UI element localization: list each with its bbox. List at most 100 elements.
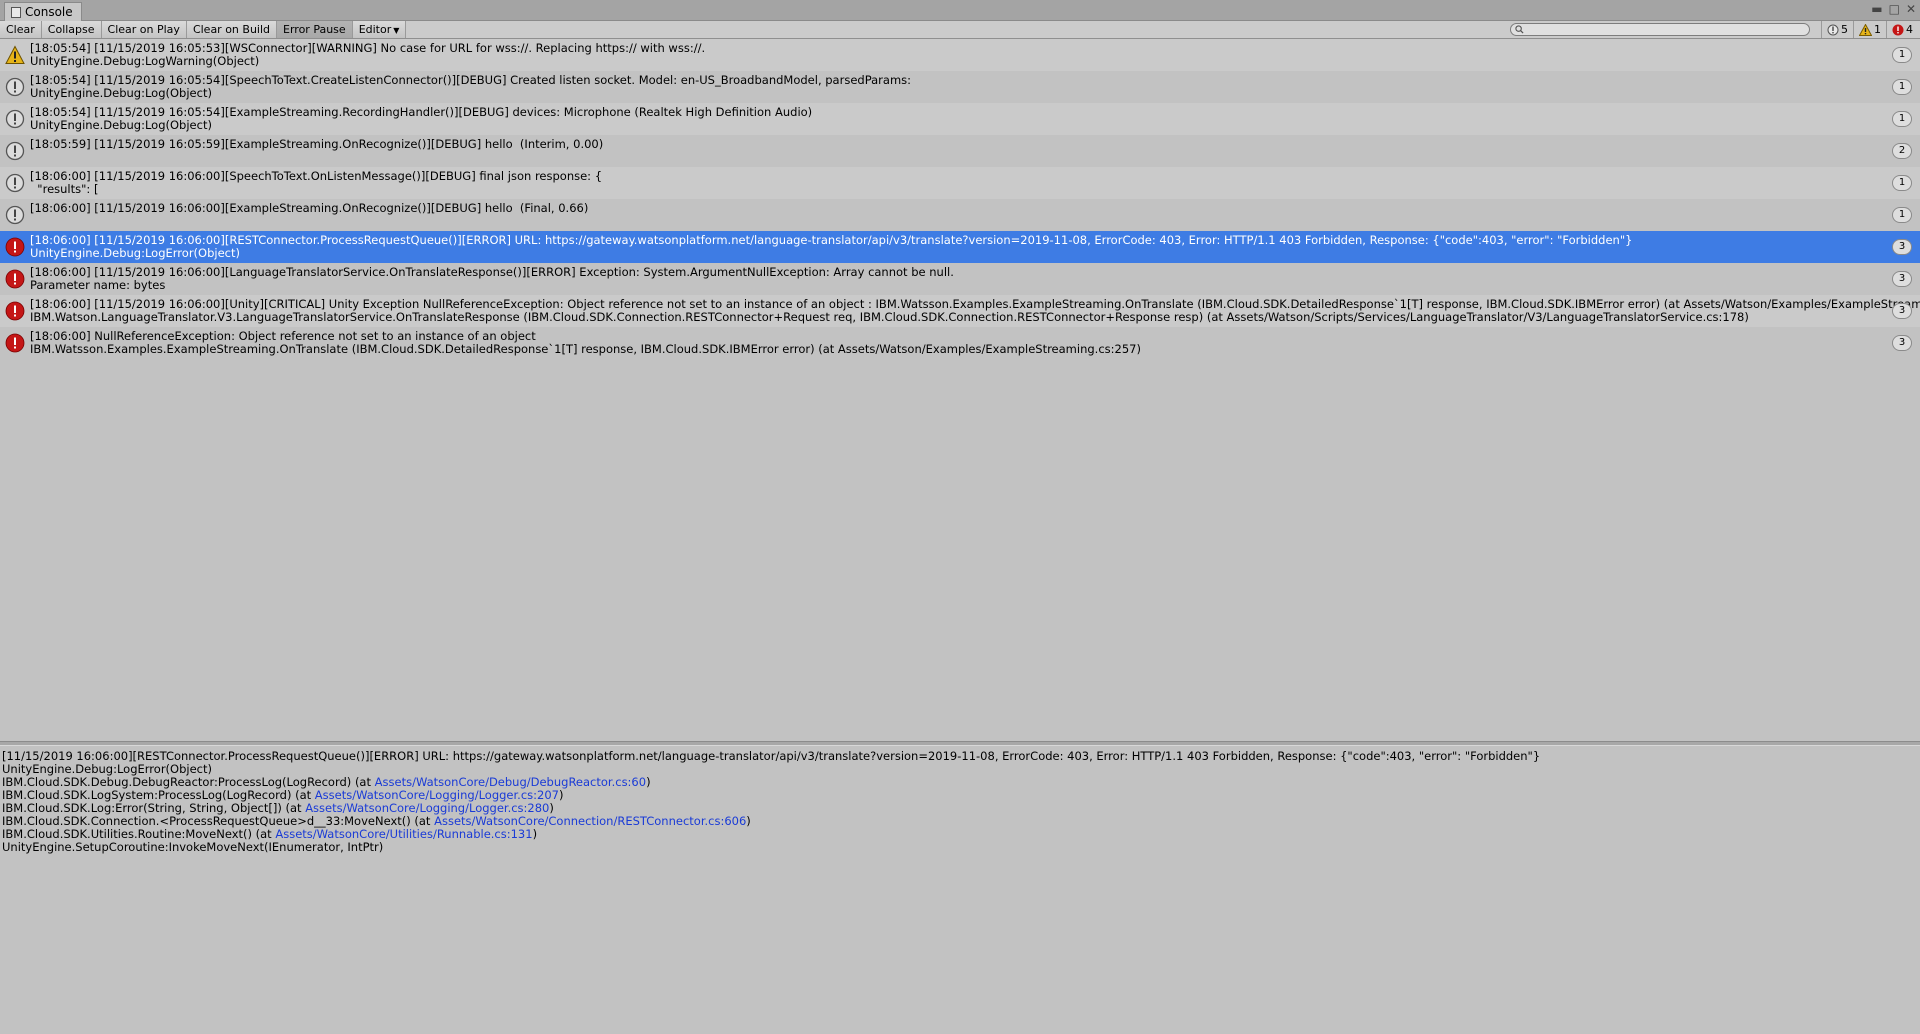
info-icon: [0, 199, 30, 231]
collapse-count-badge: 1: [1892, 111, 1912, 127]
stacktrace-line: [11/15/2019 16:06:00][RESTConnector.Proc…: [2, 750, 1918, 763]
collapse-count-badge: 3: [1892, 303, 1912, 319]
info-icon: [0, 167, 30, 199]
info-icon: [1827, 24, 1839, 35]
log-entry-row[interactable]: [18:06:00] [11/15/2019 16:06:00][SpeechT…: [0, 167, 1920, 199]
source-file-link[interactable]: Assets/WatsonCore/Connection/RESTConnect…: [434, 814, 746, 828]
log-entry-message: [18:06:00] [11/15/2019 16:06:00][Example…: [30, 201, 589, 215]
log-entry-detail: Parameter name: bytes: [30, 278, 166, 292]
log-entry-row[interactable]: [18:06:00] [11/15/2019 16:06:00][Example…: [0, 199, 1920, 231]
stacktrace-suffix: ): [549, 801, 554, 815]
log-entry-message: [18:06:00] [11/15/2019 16:06:00][Languag…: [30, 265, 954, 279]
log-entry-message: [18:05:54] [11/15/2019 16:05:53][WSConne…: [30, 41, 706, 55]
log-entry-row[interactable]: [18:05:54] [11/15/2019 16:05:54][Example…: [0, 103, 1920, 135]
menu-icon[interactable]: ▬: [1871, 2, 1882, 16]
warning-icon: [1859, 23, 1872, 36]
log-entry-row[interactable]: [18:06:00] [11/15/2019 16:06:00][Unity][…: [0, 295, 1920, 327]
collapse-count-badge: 3: [1892, 271, 1912, 287]
error-icon: [0, 263, 30, 295]
log-entry-message: [18:06:00] [11/15/2019 16:06:00][SpeechT…: [30, 169, 603, 183]
stacktrace-text: [11/15/2019 16:06:00][RESTConnector.Proc…: [2, 749, 1541, 763]
log-entry-row[interactable]: [18:06:00] [11/15/2019 16:06:00][Languag…: [0, 263, 1920, 295]
log-entry-message: [18:05:54] [11/15/2019 16:05:54][SpeechT…: [30, 73, 912, 87]
stacktrace-text: IBM.Cloud.SDK.Log:Error(String, String, …: [2, 801, 306, 815]
console-tab-label: Console: [25, 5, 73, 19]
collapse-count-badge: 2: [1892, 143, 1912, 159]
log-entry-row[interactable]: [18:06:00] NullReferenceException: Objec…: [0, 327, 1920, 359]
window-controls: ▬ □ ✕: [1871, 2, 1916, 16]
stacktrace-line: UnityEngine.SetupCoroutine:InvokeMoveNex…: [2, 841, 1918, 854]
console-icon: [11, 6, 21, 18]
log-entry-message: [18:06:00] [11/15/2019 16:06:00][RESTCon…: [30, 233, 1633, 247]
info-icon: [0, 71, 30, 103]
log-entry-message: [18:05:59] [11/15/2019 16:05:59][Example…: [30, 137, 604, 151]
log-entry-row[interactable]: [18:05:54] [11/15/2019 16:05:54][SpeechT…: [0, 71, 1920, 103]
stacktrace-text: IBM.Cloud.SDK.Utilities.Routine:MoveNext…: [2, 827, 276, 841]
log-entry-row[interactable]: [18:05:54] [11/15/2019 16:05:53][WSConne…: [0, 39, 1920, 71]
log-entry-detail: UnityEngine.Debug:Log(Object): [30, 118, 212, 132]
log-entry-detail: UnityEngine.Debug:Log(Object): [30, 86, 212, 100]
log-entry-text: [18:06:00] [11/15/2019 16:06:00][Unity][…: [30, 295, 1920, 327]
source-file-link[interactable]: Assets/WatsonCore/Utilities/Runnable.cs:…: [275, 827, 532, 841]
search-input[interactable]: [1524, 24, 1809, 35]
error-icon: [0, 231, 30, 263]
error-counter-toggle[interactable]: 4: [1886, 21, 1918, 38]
info-counter-toggle[interactable]: 5: [1821, 21, 1853, 38]
editor-dropdown-label: Editor: [358, 23, 392, 36]
warning-icon: [0, 39, 30, 71]
source-file-link[interactable]: Assets/WatsonCore/Logging/Logger.cs:207: [315, 788, 559, 802]
clear-on-build-button[interactable]: Clear on Build: [186, 21, 278, 38]
stacktrace-text: UnityEngine.Debug:LogError(Object): [2, 762, 212, 776]
log-entry-text: [18:06:00] [11/15/2019 16:06:00][SpeechT…: [30, 167, 1920, 199]
editor-dropdown[interactable]: Editor ▼: [352, 21, 407, 38]
error-icon: [0, 295, 30, 327]
error-pause-button[interactable]: Error Pause: [277, 21, 353, 38]
log-entry-detail: UnityEngine.Debug:LogError(Object): [30, 246, 240, 260]
window-titlebar: Console ▬ □ ✕: [0, 0, 1920, 21]
warning-counter-toggle[interactable]: 1: [1853, 21, 1886, 38]
collapse-count-badge: 1: [1892, 207, 1912, 223]
console-tab[interactable]: Console: [4, 2, 82, 21]
maximize-icon[interactable]: □: [1889, 2, 1900, 16]
collapse-count-badge: 1: [1892, 47, 1912, 63]
stacktrace-text: IBM.Cloud.SDK.Connection.<ProcessRequest…: [2, 814, 435, 828]
log-entry-row[interactable]: [18:06:00] [11/15/2019 16:06:00][RESTCon…: [0, 231, 1920, 263]
source-file-link[interactable]: Assets/WatsonCore/Debug/DebugReactor.cs:…: [375, 775, 646, 789]
log-entry-detail: IBM.Watson.LanguageTranslator.V3.Languag…: [30, 310, 1749, 324]
clear-on-play-button[interactable]: Clear on Play: [101, 21, 187, 38]
stacktrace-suffix: ): [646, 775, 651, 789]
warning-count: 1: [1874, 23, 1881, 36]
stacktrace-suffix: ): [532, 827, 538, 841]
log-entry-message: [18:05:54] [11/15/2019 16:05:54][Example…: [30, 105, 813, 119]
collapse-count-badge: 3: [1892, 239, 1912, 255]
log-entry-detail: IBM.Watsson.Examples.ExampleStreaming.On…: [30, 342, 1141, 356]
log-entry-text: [18:05:54] [11/15/2019 16:05:54][Example…: [30, 103, 1920, 135]
source-file-link[interactable]: Assets/WatsonCore/Logging/Logger.cs:280: [305, 801, 549, 815]
log-entry-row[interactable]: [18:05:59] [11/15/2019 16:05:59][Example…: [0, 135, 1920, 167]
info-count: 5: [1841, 23, 1848, 36]
log-entry-text: [18:05:54] [11/15/2019 16:05:54][SpeechT…: [30, 71, 1920, 103]
log-entry-detail: "results": [: [30, 182, 99, 196]
error-icon: [1892, 24, 1904, 35]
log-entry-text: [18:06:00] [11/15/2019 16:06:00][Example…: [30, 199, 1920, 231]
log-entry-text: [18:06:00] [11/15/2019 16:06:00][RESTCon…: [30, 231, 1920, 263]
error-count: 4: [1906, 23, 1913, 36]
log-list[interactable]: [18:05:54] [11/15/2019 16:05:53][WSConne…: [0, 39, 1920, 741]
log-counters: 5 1 4: [1821, 21, 1918, 38]
error-icon: [0, 327, 30, 359]
clear-button[interactable]: Clear: [0, 21, 42, 38]
collapse-count-badge: 1: [1892, 79, 1912, 95]
log-entry-text: [18:05:54] [11/15/2019 16:05:53][WSConne…: [30, 39, 1920, 71]
info-icon: [0, 103, 30, 135]
console-toolbar: Clear Collapse Clear on Play Clear on Bu…: [0, 21, 1920, 39]
search-box[interactable]: [1510, 23, 1810, 36]
collapse-count-badge: 3: [1892, 335, 1912, 351]
info-icon: [0, 135, 30, 167]
collapse-button[interactable]: Collapse: [41, 21, 102, 38]
log-entry-text: [18:05:59] [11/15/2019 16:05:59][Example…: [30, 135, 1920, 167]
close-icon[interactable]: ✕: [1906, 2, 1916, 16]
stacktrace-text: UnityEngine.SetupCoroutine:InvokeMoveNex…: [2, 840, 384, 854]
search-icon: [1515, 25, 1524, 34]
chevron-down-icon: ▼: [393, 26, 400, 35]
log-entry-text: [18:06:00] NullReferenceException: Objec…: [30, 327, 1920, 359]
